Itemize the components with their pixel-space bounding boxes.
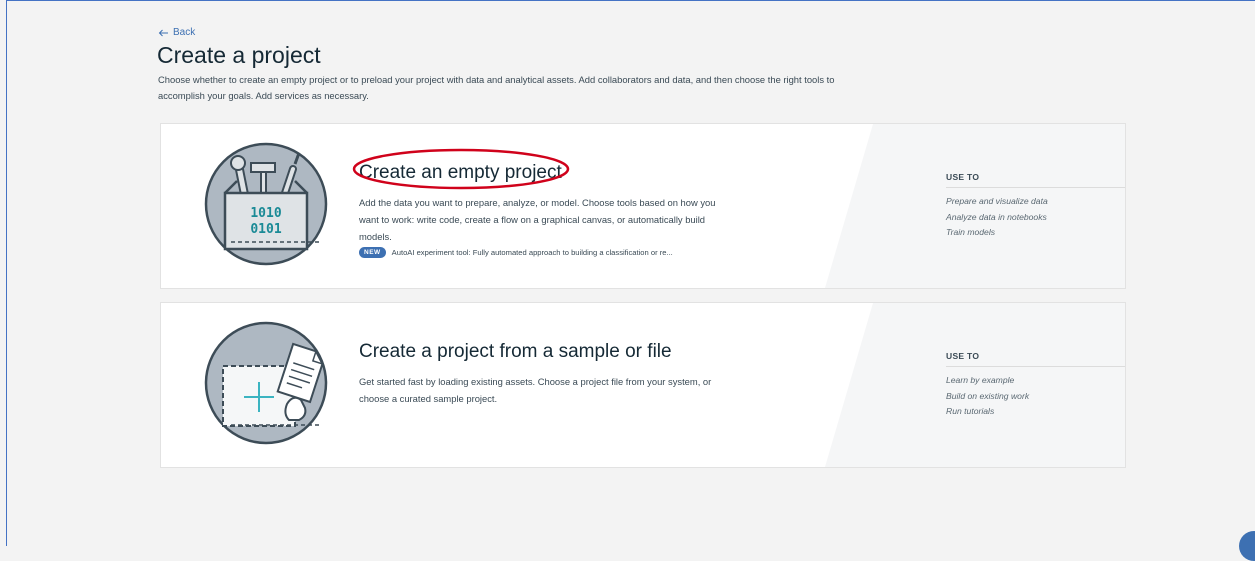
arrow-left-icon — [158, 29, 168, 36]
back-label: Back — [173, 27, 196, 38]
use-to-item: Build on existing work — [946, 390, 1030, 401]
use-to-item: Prepare and visualize data — [946, 196, 1048, 206]
card-title[interactable]: Create a project from a sample or file — [359, 341, 672, 363]
use-to-item: Run tutorials — [946, 406, 995, 416]
use-to-heading: USE TO — [946, 172, 980, 182]
toolbox-illustration: 1010 0101 — [204, 142, 328, 266]
use-to-list: Learn by example Build on existing work … — [946, 373, 1029, 420]
use-to-item: Train models — [946, 227, 996, 237]
upload-file-illustration — [204, 321, 328, 445]
page-description: Choose whether to create an empty projec… — [158, 74, 835, 101]
divider — [946, 187, 1125, 188]
use-to-item: Analyze data in notebooks — [946, 211, 1047, 222]
divider — [946, 366, 1125, 367]
page-title: Create a project — [157, 42, 321, 68]
new-feature-row: NEW AutoAI experiment tool: Fully automa… — [359, 247, 673, 258]
sample-project-card[interactable]: Create a project from a sample or file G… — [160, 302, 1126, 468]
empty-project-card[interactable]: 1010 0101 Create an empty project Add th… — [160, 123, 1126, 289]
card-description: Get started fast by loading existing ass… — [359, 376, 712, 404]
binary-row-2: 0101 — [250, 222, 281, 237]
card-title[interactable]: Create an empty project — [359, 162, 562, 184]
back-link[interactable]: Back — [158, 27, 195, 38]
use-to-item: Learn by example — [946, 375, 1015, 385]
new-badge: NEW — [359, 247, 386, 258]
use-to-list: Prepare and visualize data Analyze data … — [946, 194, 1048, 241]
new-feature-text: AutoAI experiment tool: Fully automated … — [391, 248, 673, 257]
binary-row-1: 1010 — [250, 206, 281, 221]
card-description: Add the data you want to prepare, analyz… — [359, 197, 716, 242]
use-to-heading: USE TO — [946, 351, 980, 361]
